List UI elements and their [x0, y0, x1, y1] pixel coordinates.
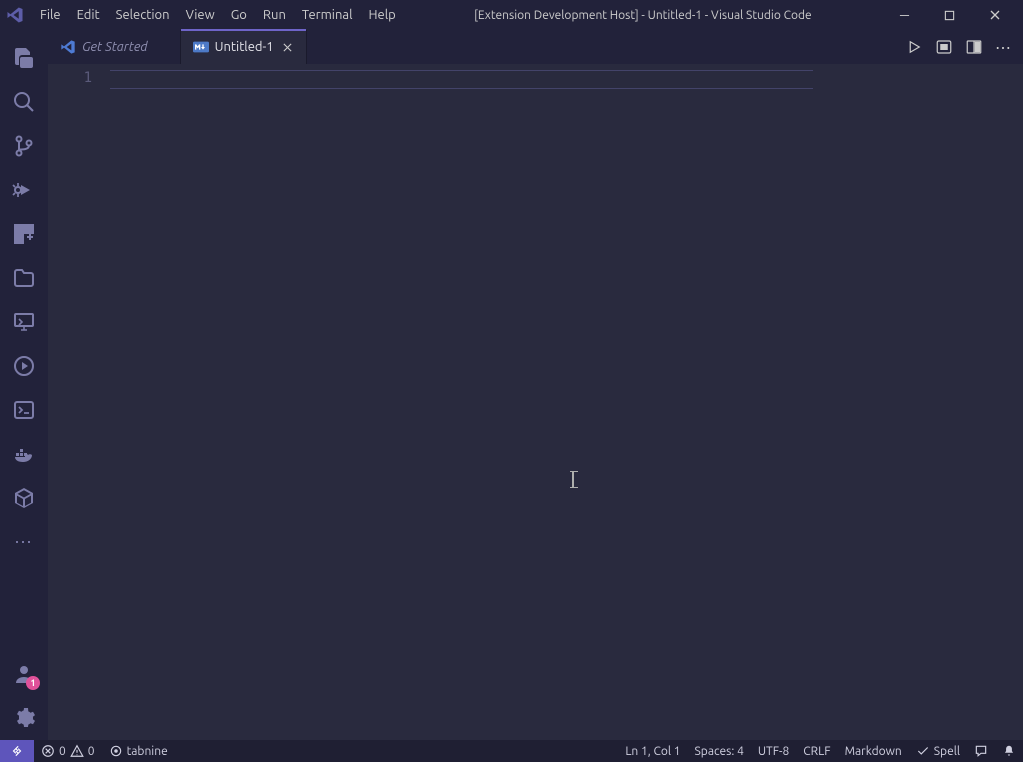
tab-untitled-1[interactable]: Untitled-1 [181, 30, 307, 64]
status-feedback[interactable] [967, 740, 995, 762]
menu-selection[interactable]: Selection [108, 4, 178, 26]
status-errors-count: 0 [59, 745, 66, 758]
text-cursor-icon [572, 471, 574, 488]
activity-extensions[interactable] [0, 212, 48, 256]
activity-remote-explorer[interactable] [0, 300, 48, 344]
status-problems[interactable]: 0 0 [34, 740, 102, 762]
activity-project-manager[interactable] [0, 476, 48, 520]
activity-explorer[interactable] [0, 36, 48, 80]
tab-label: Get Started [82, 40, 148, 54]
menu-file[interactable]: File [32, 4, 69, 26]
window-maximize-button[interactable] [927, 0, 972, 30]
status-eol[interactable]: CRLF [796, 740, 837, 762]
activity-overflow[interactable]: ⋯ [0, 520, 48, 564]
status-tabnine-label: tabnine [127, 745, 168, 758]
ellipsis-icon: ⋯ [14, 532, 34, 553]
activity-docker[interactable] [0, 432, 48, 476]
menu-edit[interactable]: Edit [69, 4, 108, 26]
status-bar: 0 0 tabnine Ln 1, Col 1 Spaces: 4 UTF-8 … [0, 740, 1023, 762]
activity-run-debug[interactable] [0, 168, 48, 212]
status-warnings-count: 0 [88, 745, 95, 758]
window-title: [Extension Development Host] - Untitled-… [404, 9, 882, 22]
more-actions-button[interactable]: ⋯ [991, 34, 1017, 60]
activity-terminal-panel[interactable] [0, 388, 48, 432]
window-close-button[interactable] [972, 0, 1017, 30]
tab-close-button[interactable] [280, 39, 296, 55]
title-bar: File Edit Selection View Go Run Terminal… [0, 0, 1023, 30]
status-spell[interactable]: Spell [909, 740, 967, 762]
activity-manage[interactable] [0, 696, 48, 740]
menu-view[interactable]: View [178, 4, 223, 26]
status-cursor-position[interactable]: Ln 1, Col 1 [618, 740, 687, 762]
markdown-file-icon [193, 39, 209, 55]
code-area[interactable] [110, 67, 923, 740]
line-number-gutter: 1 [48, 67, 110, 740]
minimap[interactable] [923, 67, 1023, 740]
tab-row: Get Started Untitled-1 [48, 30, 1023, 64]
main-area: ⋯ 1 Get Started [0, 30, 1023, 740]
editor-surface[interactable]: 1 [48, 67, 1023, 740]
status-spell-label: Spell [934, 745, 960, 758]
activity-live-share[interactable] [0, 344, 48, 388]
vscode-app-icon [6, 6, 24, 24]
menu-go[interactable]: Go [223, 4, 255, 26]
line-number: 1 [48, 70, 92, 86]
activity-search[interactable] [0, 80, 48, 124]
preview-button[interactable] [931, 34, 957, 60]
status-remote-indicator[interactable] [0, 740, 34, 762]
run-button[interactable] [901, 34, 927, 60]
split-editor-button[interactable] [961, 34, 987, 60]
tab-label: Untitled-1 [215, 40, 274, 54]
vscode-icon [60, 39, 76, 55]
activity-accounts[interactable]: 1 [0, 652, 48, 696]
editor-group: Get Started Untitled-1 [48, 30, 1023, 740]
ellipsis-icon: ⋯ [995, 38, 1013, 57]
menubar: File Edit Selection View Go Run Terminal… [32, 4, 404, 26]
activity-bar: ⋯ 1 [0, 30, 48, 740]
menu-help[interactable]: Help [360, 4, 403, 26]
tab-get-started[interactable]: Get Started [48, 30, 181, 64]
accounts-badge: 1 [26, 676, 40, 690]
status-indentation[interactable]: Spaces: 4 [688, 740, 751, 762]
window-controls [882, 0, 1017, 30]
activity-source-control[interactable] [0, 124, 48, 168]
menu-run[interactable]: Run [255, 4, 294, 26]
editor-actions: ⋯ [901, 30, 1023, 64]
current-line-highlight [110, 70, 813, 89]
status-notifications[interactable] [995, 740, 1023, 762]
window-minimize-button[interactable] [882, 0, 927, 30]
status-encoding[interactable]: UTF-8 [751, 740, 796, 762]
menu-terminal[interactable]: Terminal [294, 4, 361, 26]
activity-folder[interactable] [0, 256, 48, 300]
status-tabnine[interactable]: tabnine [102, 740, 175, 762]
status-language-mode[interactable]: Markdown [838, 740, 909, 762]
